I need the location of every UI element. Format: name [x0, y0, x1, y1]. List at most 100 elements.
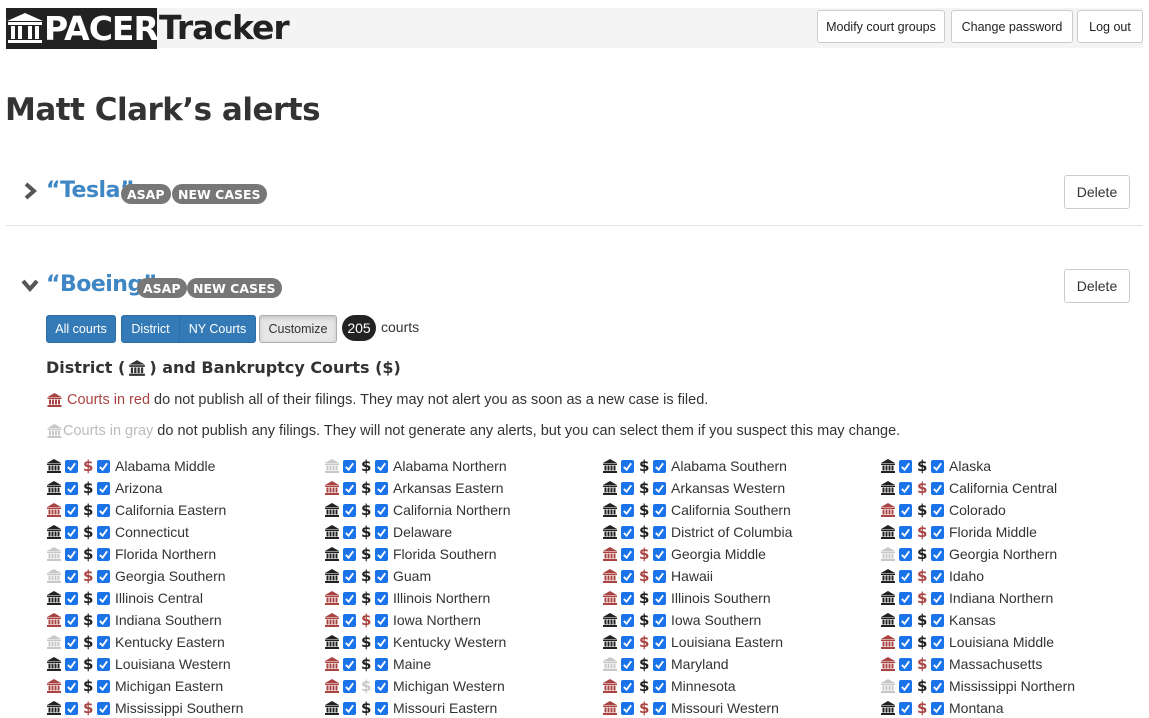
- bankruptcy-checkbox[interactable]: [653, 613, 666, 627]
- bankruptcy-checkbox[interactable]: [931, 679, 944, 693]
- bankruptcy-checkbox[interactable]: [97, 569, 110, 583]
- bankruptcy-checkbox[interactable]: [375, 525, 388, 539]
- district-checkbox[interactable]: [621, 657, 634, 671]
- bankruptcy-checkbox[interactable]: [375, 459, 388, 473]
- chevron-right-icon[interactable]: [23, 182, 38, 205]
- district-checkbox[interactable]: [65, 591, 78, 605]
- district-button[interactable]: District: [121, 315, 180, 343]
- district-checkbox[interactable]: [65, 459, 78, 473]
- district-checkbox[interactable]: [343, 613, 356, 627]
- district-checkbox[interactable]: [899, 459, 912, 473]
- delete-alert-button[interactable]: Delete: [1064, 175, 1130, 209]
- district-checkbox[interactable]: [899, 701, 912, 715]
- bankruptcy-checkbox[interactable]: [375, 613, 388, 627]
- district-checkbox[interactable]: [899, 613, 912, 627]
- district-checkbox[interactable]: [343, 525, 356, 539]
- bankruptcy-checkbox[interactable]: [931, 635, 944, 649]
- district-checkbox[interactable]: [343, 591, 356, 605]
- bankruptcy-checkbox[interactable]: [97, 547, 110, 561]
- logo[interactable]: PACER: [6, 8, 159, 49]
- bankruptcy-checkbox[interactable]: [97, 635, 110, 649]
- bankruptcy-checkbox[interactable]: [931, 701, 944, 715]
- district-checkbox[interactable]: [343, 503, 356, 517]
- bankruptcy-checkbox[interactable]: [931, 569, 944, 583]
- bankruptcy-checkbox[interactable]: [931, 547, 944, 561]
- district-checkbox[interactable]: [621, 525, 634, 539]
- district-checkbox[interactable]: [899, 503, 912, 517]
- bankruptcy-checkbox[interactable]: [653, 459, 666, 473]
- bankruptcy-checkbox[interactable]: [97, 459, 110, 473]
- bankruptcy-checkbox[interactable]: [653, 679, 666, 693]
- district-checkbox[interactable]: [899, 481, 912, 495]
- bankruptcy-checkbox[interactable]: [653, 591, 666, 605]
- district-checkbox[interactable]: [621, 679, 634, 693]
- delete-alert-button[interactable]: Delete: [1064, 269, 1130, 303]
- bankruptcy-checkbox[interactable]: [653, 481, 666, 495]
- bankruptcy-checkbox[interactable]: [653, 701, 666, 715]
- district-checkbox[interactable]: [621, 547, 634, 561]
- bankruptcy-checkbox[interactable]: [375, 701, 388, 715]
- district-checkbox[interactable]: [343, 481, 356, 495]
- bankruptcy-checkbox[interactable]: [653, 547, 666, 561]
- district-checkbox[interactable]: [621, 701, 634, 715]
- district-checkbox[interactable]: [65, 701, 78, 715]
- customize-button[interactable]: Customize: [259, 315, 337, 343]
- district-checkbox[interactable]: [343, 657, 356, 671]
- district-checkbox[interactable]: [343, 701, 356, 715]
- district-checkbox[interactable]: [65, 613, 78, 627]
- ny-courts-button[interactable]: NY Courts: [179, 315, 256, 343]
- district-checkbox[interactable]: [343, 569, 356, 583]
- bankruptcy-checkbox[interactable]: [931, 481, 944, 495]
- district-checkbox[interactable]: [621, 591, 634, 605]
- bankruptcy-checkbox[interactable]: [931, 459, 944, 473]
- district-checkbox[interactable]: [343, 459, 356, 473]
- district-checkbox[interactable]: [899, 635, 912, 649]
- bankruptcy-checkbox[interactable]: [97, 679, 110, 693]
- bankruptcy-checkbox[interactable]: [97, 503, 110, 517]
- all-courts-button[interactable]: All courts: [46, 315, 116, 343]
- district-checkbox[interactable]: [621, 635, 634, 649]
- district-checkbox[interactable]: [621, 459, 634, 473]
- district-checkbox[interactable]: [621, 481, 634, 495]
- district-checkbox[interactable]: [65, 635, 78, 649]
- modify-court-groups-button[interactable]: Modify court groups: [817, 10, 945, 43]
- district-checkbox[interactable]: [899, 679, 912, 693]
- district-checkbox[interactable]: [899, 591, 912, 605]
- bankruptcy-checkbox[interactable]: [931, 525, 944, 539]
- chevron-down-icon[interactable]: [21, 278, 39, 297]
- bankruptcy-checkbox[interactable]: [375, 569, 388, 583]
- district-checkbox[interactable]: [343, 547, 356, 561]
- bankruptcy-checkbox[interactable]: [97, 613, 110, 627]
- district-checkbox[interactable]: [899, 657, 912, 671]
- bankruptcy-checkbox[interactable]: [931, 591, 944, 605]
- district-checkbox[interactable]: [343, 679, 356, 693]
- bankruptcy-checkbox[interactable]: [931, 613, 944, 627]
- bankruptcy-checkbox[interactable]: [375, 547, 388, 561]
- change-password-button[interactable]: Change password: [951, 10, 1073, 43]
- bankruptcy-checkbox[interactable]: [931, 657, 944, 671]
- bankruptcy-checkbox[interactable]: [375, 635, 388, 649]
- bankruptcy-checkbox[interactable]: [97, 591, 110, 605]
- bankruptcy-checkbox[interactable]: [653, 635, 666, 649]
- bankruptcy-checkbox[interactable]: [653, 525, 666, 539]
- district-checkbox[interactable]: [65, 481, 78, 495]
- bankruptcy-checkbox[interactable]: [653, 657, 666, 671]
- bankruptcy-checkbox[interactable]: [653, 569, 666, 583]
- district-checkbox[interactable]: [899, 547, 912, 561]
- bankruptcy-checkbox[interactable]: [97, 525, 110, 539]
- bankruptcy-checkbox[interactable]: [653, 503, 666, 517]
- bankruptcy-checkbox[interactable]: [375, 591, 388, 605]
- district-checkbox[interactable]: [343, 635, 356, 649]
- bankruptcy-checkbox[interactable]: [97, 657, 110, 671]
- district-checkbox[interactable]: [65, 569, 78, 583]
- district-checkbox[interactable]: [621, 569, 634, 583]
- district-checkbox[interactable]: [65, 503, 78, 517]
- bankruptcy-checkbox[interactable]: [97, 481, 110, 495]
- bankruptcy-checkbox[interactable]: [375, 679, 388, 693]
- district-checkbox[interactable]: [621, 613, 634, 627]
- district-checkbox[interactable]: [621, 503, 634, 517]
- bankruptcy-checkbox[interactable]: [931, 503, 944, 517]
- district-checkbox[interactable]: [65, 547, 78, 561]
- bankruptcy-checkbox[interactable]: [375, 657, 388, 671]
- district-checkbox[interactable]: [65, 679, 78, 693]
